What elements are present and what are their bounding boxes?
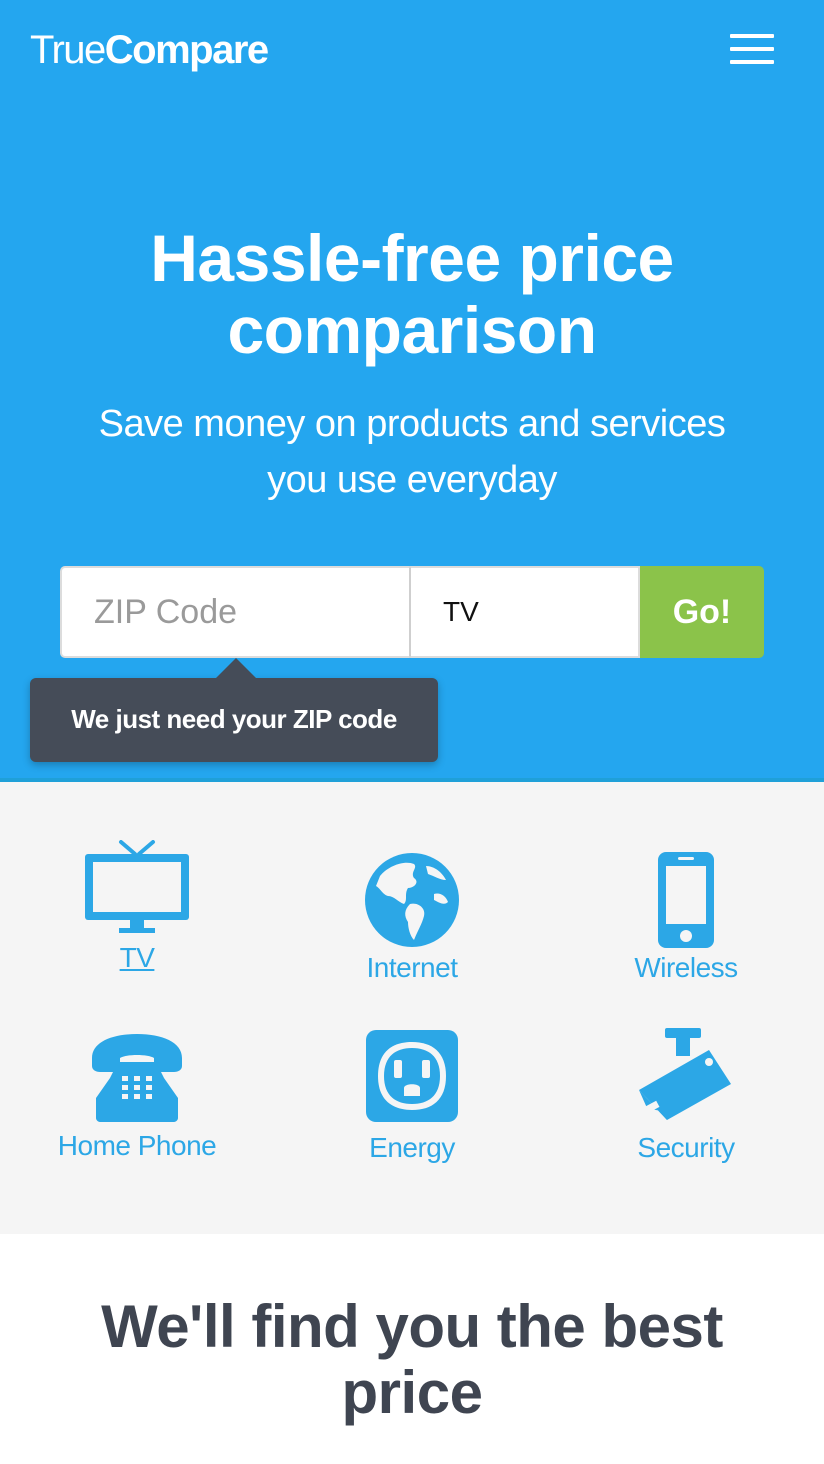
section-heading-line2: price — [341, 1359, 483, 1426]
logo-light-text: True — [30, 28, 106, 72]
telephone-icon — [92, 1034, 182, 1122]
category-label-security: Security — [637, 1132, 735, 1163]
category-tv[interactable]: TV — [0, 840, 274, 980]
tv-icon — [85, 840, 189, 933]
zip-tooltip-text: We just need your ZIP code — [71, 704, 397, 734]
category-grid: TV Internet Wireless Home Phone Energy S… — [0, 782, 824, 1234]
smartphone-icon — [658, 852, 714, 948]
category-security[interactable]: Security — [549, 1028, 823, 1168]
hero-title-line2: comparison — [227, 293, 597, 367]
zip-tooltip: We just need your ZIP code — [30, 658, 438, 762]
category-wireless[interactable]: Wireless — [549, 852, 823, 992]
globe-icon — [365, 853, 459, 947]
category-label-internet: Internet — [366, 952, 458, 983]
truecompare-logo[interactable]: TrueCompare — [30, 26, 269, 74]
category-internet[interactable]: Internet — [275, 852, 549, 992]
logo-bold-text: Compare — [104, 28, 269, 72]
category-label-wireless: Wireless — [634, 952, 738, 983]
hamburger-menu-icon[interactable] — [728, 32, 776, 66]
hero-subtitle: Save money on products and services you … — [60, 396, 764, 508]
category-label-tv: TV — [119, 942, 155, 973]
category-label-energy: Energy — [369, 1132, 455, 1163]
category-label-home-phone: Home Phone — [57, 1130, 217, 1161]
hero-title: Hassle-free price comparison — [0, 222, 824, 366]
security-camera-icon — [639, 1028, 731, 1120]
hero-subtitle-line2: you use everyday — [267, 459, 557, 501]
section-heading-line1: We'll find you the best — [101, 1293, 723, 1360]
service-select[interactable]: TV — [410, 566, 640, 658]
hero-section: TrueCompare Hassle-free price comparison… — [0, 0, 824, 780]
search-form: TV Go! — [60, 566, 764, 658]
section-heading: We'll find you the best price — [0, 1294, 824, 1426]
category-energy[interactable]: Energy — [275, 1030, 549, 1170]
hero-subtitle-line1: Save money on products and services — [98, 403, 726, 445]
power-outlet-icon — [366, 1030, 458, 1122]
zip-code-input[interactable] — [60, 566, 410, 658]
go-button[interactable]: Go! — [640, 566, 764, 658]
category-home-phone[interactable]: Home Phone — [0, 1032, 274, 1172]
hero-title-line1: Hassle-free price — [150, 221, 674, 295]
